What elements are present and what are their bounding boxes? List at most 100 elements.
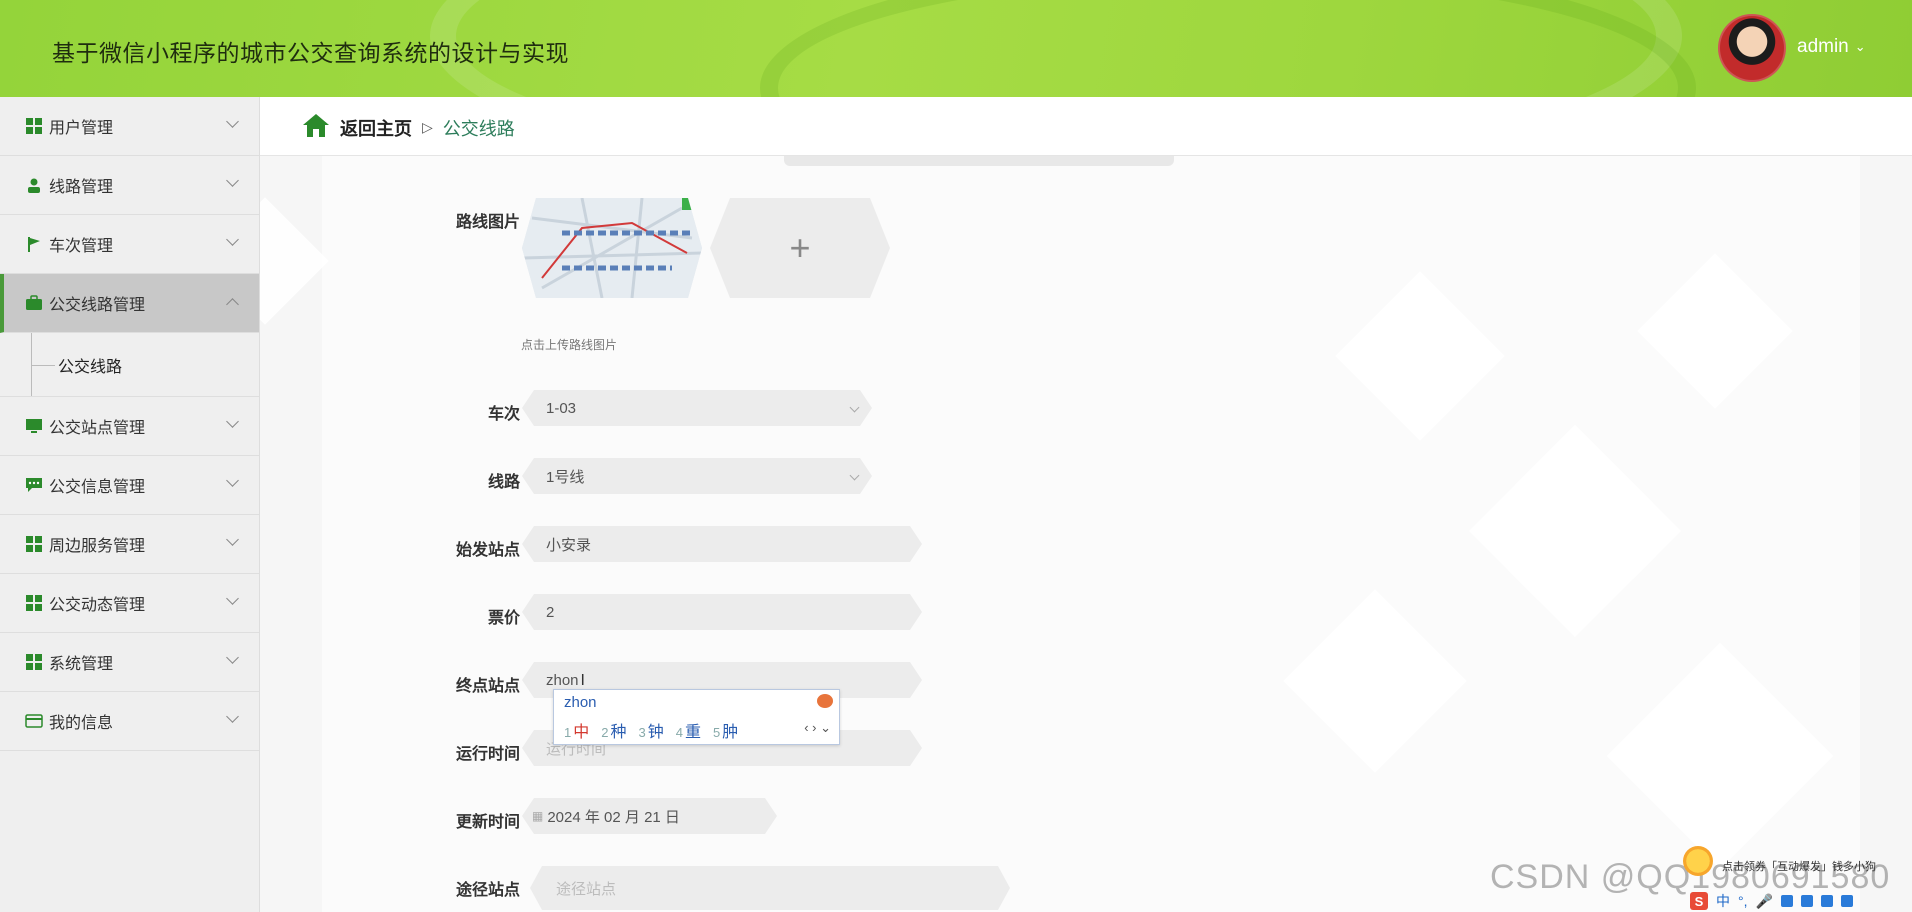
sidebar-item-bus-route-management[interactable]: 公交线路管理 <box>0 274 259 333</box>
chevron-down-icon <box>226 710 239 723</box>
trip-value: 1-03 <box>546 399 577 417</box>
sidebar-item-label: 周边服务管理 <box>49 538 146 555</box>
sogou-logo-icon <box>817 694 833 708</box>
fare-input[interactable]: 2 <box>522 594 922 630</box>
chevron-down-icon <box>226 174 239 187</box>
fare-value: 2 <box>546 603 555 621</box>
route-image-label: 路线图片 <box>455 214 520 231</box>
start-station-value: 小安录 <box>546 536 592 554</box>
microphone-icon[interactable]: 🎤 <box>1756 893 1773 910</box>
ime-candidate-list: 1中 2种 3钟 4重 5肿 <box>564 718 738 742</box>
punctuation-toggle[interactable]: °, <box>1738 893 1748 909</box>
avatar[interactable] <box>1718 14 1786 82</box>
background-tile <box>260 197 329 325</box>
grid-icon <box>25 594 43 612</box>
breadcrumb-current: 公交线路 <box>442 118 515 139</box>
monitor-icon <box>25 417 43 435</box>
sidebar-item-label: 我的信息 <box>49 715 114 732</box>
sidebar-item-my-info[interactable]: 我的信息 <box>0 692 259 751</box>
menu-icon[interactable] <box>1840 895 1853 907</box>
calendar-icon: ▦ <box>532 809 544 823</box>
chevron-down-icon <box>850 471 860 481</box>
promo-text: 点击领券「互动爆发」钱多小狗 <box>1722 861 1876 873</box>
line-select[interactable]: 1号线 <box>522 458 872 494</box>
card-icon <box>25 712 43 730</box>
submenu-item-label: 公交线路 <box>58 359 123 376</box>
username: admin <box>1797 36 1849 57</box>
via-stations-textarea[interactable]: 途径站点 <box>530 866 1010 910</box>
toolbox-icon[interactable] <box>1820 895 1833 907</box>
text-cursor-icon: Ⅰ <box>580 672 585 689</box>
form-field-clipped <box>784 156 1174 166</box>
end-station-label: 终点站点 <box>455 678 520 695</box>
sidebar-item-label: 系统管理 <box>49 656 114 673</box>
chevron-down-icon <box>226 651 239 664</box>
grid-icon <box>25 117 43 135</box>
image-upload-button[interactable]: + <box>710 198 890 298</box>
keyboard-icon[interactable] <box>1780 895 1793 907</box>
sidebar-item-nearby-service-management[interactable]: 周边服务管理 <box>0 515 259 574</box>
home-icon[interactable] <box>302 112 330 143</box>
update-time-value: 2024 年 02 月 21 日 <box>547 808 680 826</box>
flag-icon <box>25 235 43 253</box>
user-icon <box>25 176 43 194</box>
sidebar-item-trip-management[interactable]: 车次管理 <box>0 215 259 274</box>
plus-icon: + <box>789 227 811 268</box>
chevron-up-icon <box>226 298 239 311</box>
chevron-down-icon: ⌄ <box>1854 39 1866 54</box>
ime-candidate[interactable]: 2种 <box>601 718 626 742</box>
chevron-down-icon <box>226 533 239 546</box>
header-decoration <box>760 0 1696 97</box>
sidebar-item-line-management[interactable]: 线路管理 <box>0 156 259 215</box>
ime-candidate[interactable]: 1中 <box>564 718 589 742</box>
ime-composition: zhon <box>564 694 597 711</box>
chevron-down-icon <box>850 403 860 413</box>
line-value: 1号线 <box>546 468 585 486</box>
ime-candidate[interactable]: 4重 <box>676 718 701 742</box>
route-map-image[interactable] <box>522 198 702 298</box>
via-stations-label: 途径站点 <box>455 882 520 899</box>
trip-select[interactable]: 1-03 <box>522 390 872 426</box>
sidebar-item-label: 线路管理 <box>49 179 114 196</box>
sidebar-item-bus-stop-management[interactable]: 公交站点管理 <box>0 397 259 456</box>
breadcrumb-separator: ▷ <box>422 119 433 135</box>
chevron-down-icon <box>226 592 239 605</box>
runtime-label: 运行时间 <box>455 746 520 763</box>
ime-page-nav[interactable]: ‹ › ⌄ <box>804 720 831 736</box>
route-image-hint: 点击上传路线图片 <box>521 338 618 352</box>
user-menu[interactable]: admin ⌄ <box>1797 36 1866 58</box>
submenu-item-bus-route[interactable]: 公交线路 <box>0 333 259 397</box>
app-title: 基于微信小程序的城市公交查询系统的设计与实现 <box>52 40 569 66</box>
main-content: 路线图片 + 点击上传路线图片 车次 1-03 线路 1号线 始发站点 小安录 … <box>260 156 1912 912</box>
skin-icon[interactable] <box>1800 895 1813 907</box>
line-label: 线路 <box>487 474 520 491</box>
promo-sun-icon <box>1683 846 1713 876</box>
back-home-link[interactable]: 返回主页 <box>340 115 412 141</box>
chat-icon <box>25 476 43 494</box>
grid-icon <box>25 653 43 671</box>
sidebar-item-user-management[interactable]: 用户管理 <box>0 97 259 156</box>
end-station-value: zhon <box>546 671 579 689</box>
sidebar-item-bus-info-management[interactable]: 公交信息管理 <box>0 456 259 515</box>
top-header: 基于微信小程序的城市公交查询系统的设计与实现 admin ⌄ <box>0 0 1912 97</box>
sidebar-item-label: 公交信息管理 <box>49 479 146 496</box>
briefcase-icon <box>25 294 43 312</box>
breadcrumb: 返回主页 ▷ 公交线路 <box>302 112 515 143</box>
ime-candidate[interactable]: 5肿 <box>713 718 738 742</box>
sidebar-item-bus-dynamics-management[interactable]: 公交动态管理 <box>0 574 259 633</box>
chevron-down-icon <box>226 415 239 428</box>
start-station-input[interactable]: 小安录 <box>522 526 922 562</box>
ime-language-toggle[interactable]: 中 <box>1716 891 1730 911</box>
ime-candidate[interactable]: 3钟 <box>639 718 664 742</box>
chevron-down-icon <box>226 233 239 246</box>
sogou-s-icon[interactable]: S <box>1690 892 1708 910</box>
ime-candidate-popup: zhon 1中 2种 3钟 4重 5肿 ‹ › ⌄ <box>553 689 840 745</box>
update-time-datepicker[interactable]: ▦ 2024 年 02 月 21 日 <box>522 798 777 834</box>
trip-label: 车次 <box>487 406 520 423</box>
sidebar-item-label: 用户管理 <box>49 120 114 137</box>
fare-label: 票价 <box>487 610 520 627</box>
via-stations-placeholder: 途径站点 <box>556 880 617 898</box>
sidebar-item-system-management[interactable]: 系统管理 <box>0 633 259 692</box>
chevron-down-icon <box>226 115 239 128</box>
sidebar-item-label: 车次管理 <box>49 238 114 255</box>
